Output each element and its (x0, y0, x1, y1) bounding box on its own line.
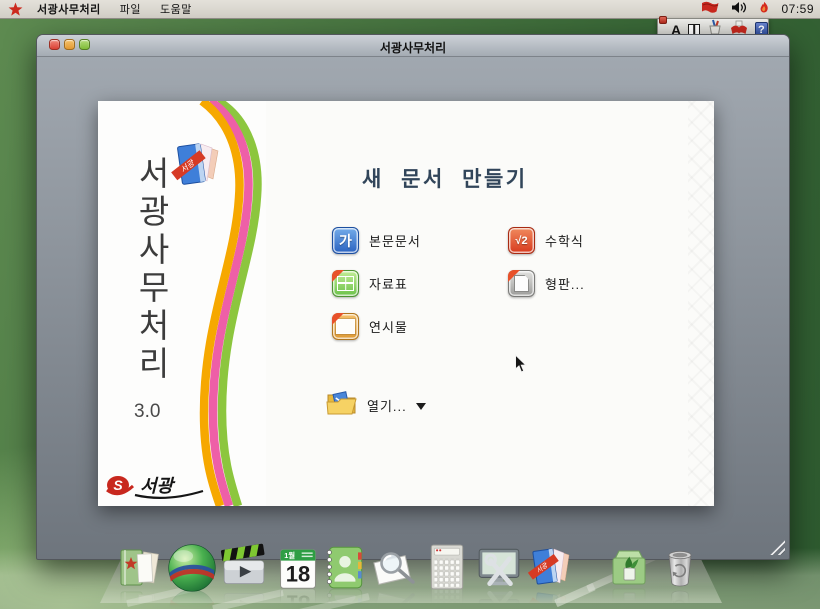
splash-panel: 서광 서광사무처리 3.0 S 서광 (98, 101, 266, 506)
mouse-cursor (514, 354, 528, 379)
globe-browser-icon (166, 542, 218, 594)
dock-item-trash[interactable] (658, 542, 702, 592)
search-icon (370, 542, 418, 592)
open-label: 열기... (367, 396, 407, 415)
red-star-icon[interactable] (8, 2, 23, 17)
template-icon (508, 270, 535, 297)
splash-version: 3.0 (134, 401, 160, 423)
sogwang-office-icon: 서광 (527, 542, 575, 592)
splash-vertical-title: 서광사무처리 (127, 156, 175, 406)
app-window: 서광사무처리 (36, 34, 790, 560)
text-document-icon: 가 (332, 227, 359, 254)
utilities-box-icon (604, 542, 654, 590)
brand-text: 서광 (140, 476, 176, 496)
dock-item-address-book[interactable] (320, 542, 370, 592)
newdoc-label: 자료표 (369, 274, 408, 293)
media-player-icon (218, 542, 270, 592)
address-book-icon (320, 542, 370, 592)
palette-close-button[interactable] (659, 16, 667, 24)
clock: 07:59 (781, 2, 814, 16)
flame-icon[interactable] (758, 1, 770, 18)
calendar-month: 1월 (284, 551, 295, 560)
newdoc-label: 수학식 (545, 231, 584, 250)
menu-app[interactable]: 서광사무처리 (37, 1, 101, 17)
dialog-content: 새 문서 만들기 가 본문문서 √2 수학식 자료표 형판... (266, 101, 714, 506)
dialog-heading: 새 문서 만들기 (362, 163, 528, 193)
app-badge-icon: 서광 (170, 137, 226, 200)
background-texture (688, 101, 714, 506)
dock-item-system-tools[interactable] (474, 542, 524, 592)
newdoc-label: 연시물 (369, 317, 408, 336)
menu-file[interactable]: 파일 (120, 1, 141, 17)
newdoc-item-spreadsheet[interactable]: 자료표 (332, 270, 408, 297)
newdoc-item-presentation[interactable]: 연시물 (332, 313, 408, 340)
newdoc-item-text-document[interactable]: 가 본문문서 (332, 227, 421, 254)
dock-item-sogwang-office[interactable]: 서광 (527, 542, 575, 592)
math-formula-icon: √2 (508, 227, 535, 254)
svg-text:S: S (113, 477, 123, 493)
dock-item-browser[interactable] (166, 542, 218, 594)
window-titlebar[interactable]: 서광사무처리 (37, 35, 789, 57)
flag-icon[interactable] (700, 1, 720, 18)
presentation-icon (332, 313, 359, 340)
menu-bar: 서광사무처리 파일 도움말 07:59 (0, 0, 820, 19)
trash-icon (658, 542, 702, 592)
dock-item-calendar[interactable]: 1월 18 (276, 544, 320, 592)
resize-grip[interactable] (770, 540, 785, 555)
newdoc-item-math-formula[interactable]: √2 수학식 (508, 227, 584, 254)
dock-item-search[interactable] (370, 542, 418, 592)
calendar-day: 18 (286, 562, 310, 587)
dock-item-documents[interactable] (116, 542, 164, 592)
spreadsheet-icon (332, 270, 359, 297)
menu-help[interactable]: 도움말 (160, 1, 192, 17)
volume-icon[interactable] (731, 1, 747, 17)
window-title: 서광사무처리 (37, 39, 789, 56)
brand-logo: S 서광 (104, 469, 206, 506)
dock-item-media-player[interactable] (218, 542, 270, 592)
system-tools-icon (474, 542, 524, 592)
desktop: 서광사무처리 파일 도움말 07:59 A ? 서광사무처리 (0, 0, 820, 609)
open-folder-icon (326, 389, 357, 421)
new-document-dialog: 서광 서광사무처리 3.0 S 서광 (98, 101, 714, 506)
open-document-button[interactable]: 열기... (326, 389, 426, 421)
newdoc-label: 본문문서 (369, 231, 421, 250)
calendar-icon: 1월 18 (276, 544, 320, 592)
dock-item-utilities[interactable] (604, 542, 654, 590)
newdoc-item-template[interactable]: 형판... (508, 270, 585, 297)
documents-icon (116, 542, 164, 592)
menubar-tray: 07:59 (700, 1, 814, 18)
calculator-icon (422, 542, 472, 592)
dropdown-caret-icon (416, 403, 426, 410)
newdoc-label: 형판... (545, 274, 585, 293)
dock-item-calculator[interactable] (422, 542, 472, 592)
